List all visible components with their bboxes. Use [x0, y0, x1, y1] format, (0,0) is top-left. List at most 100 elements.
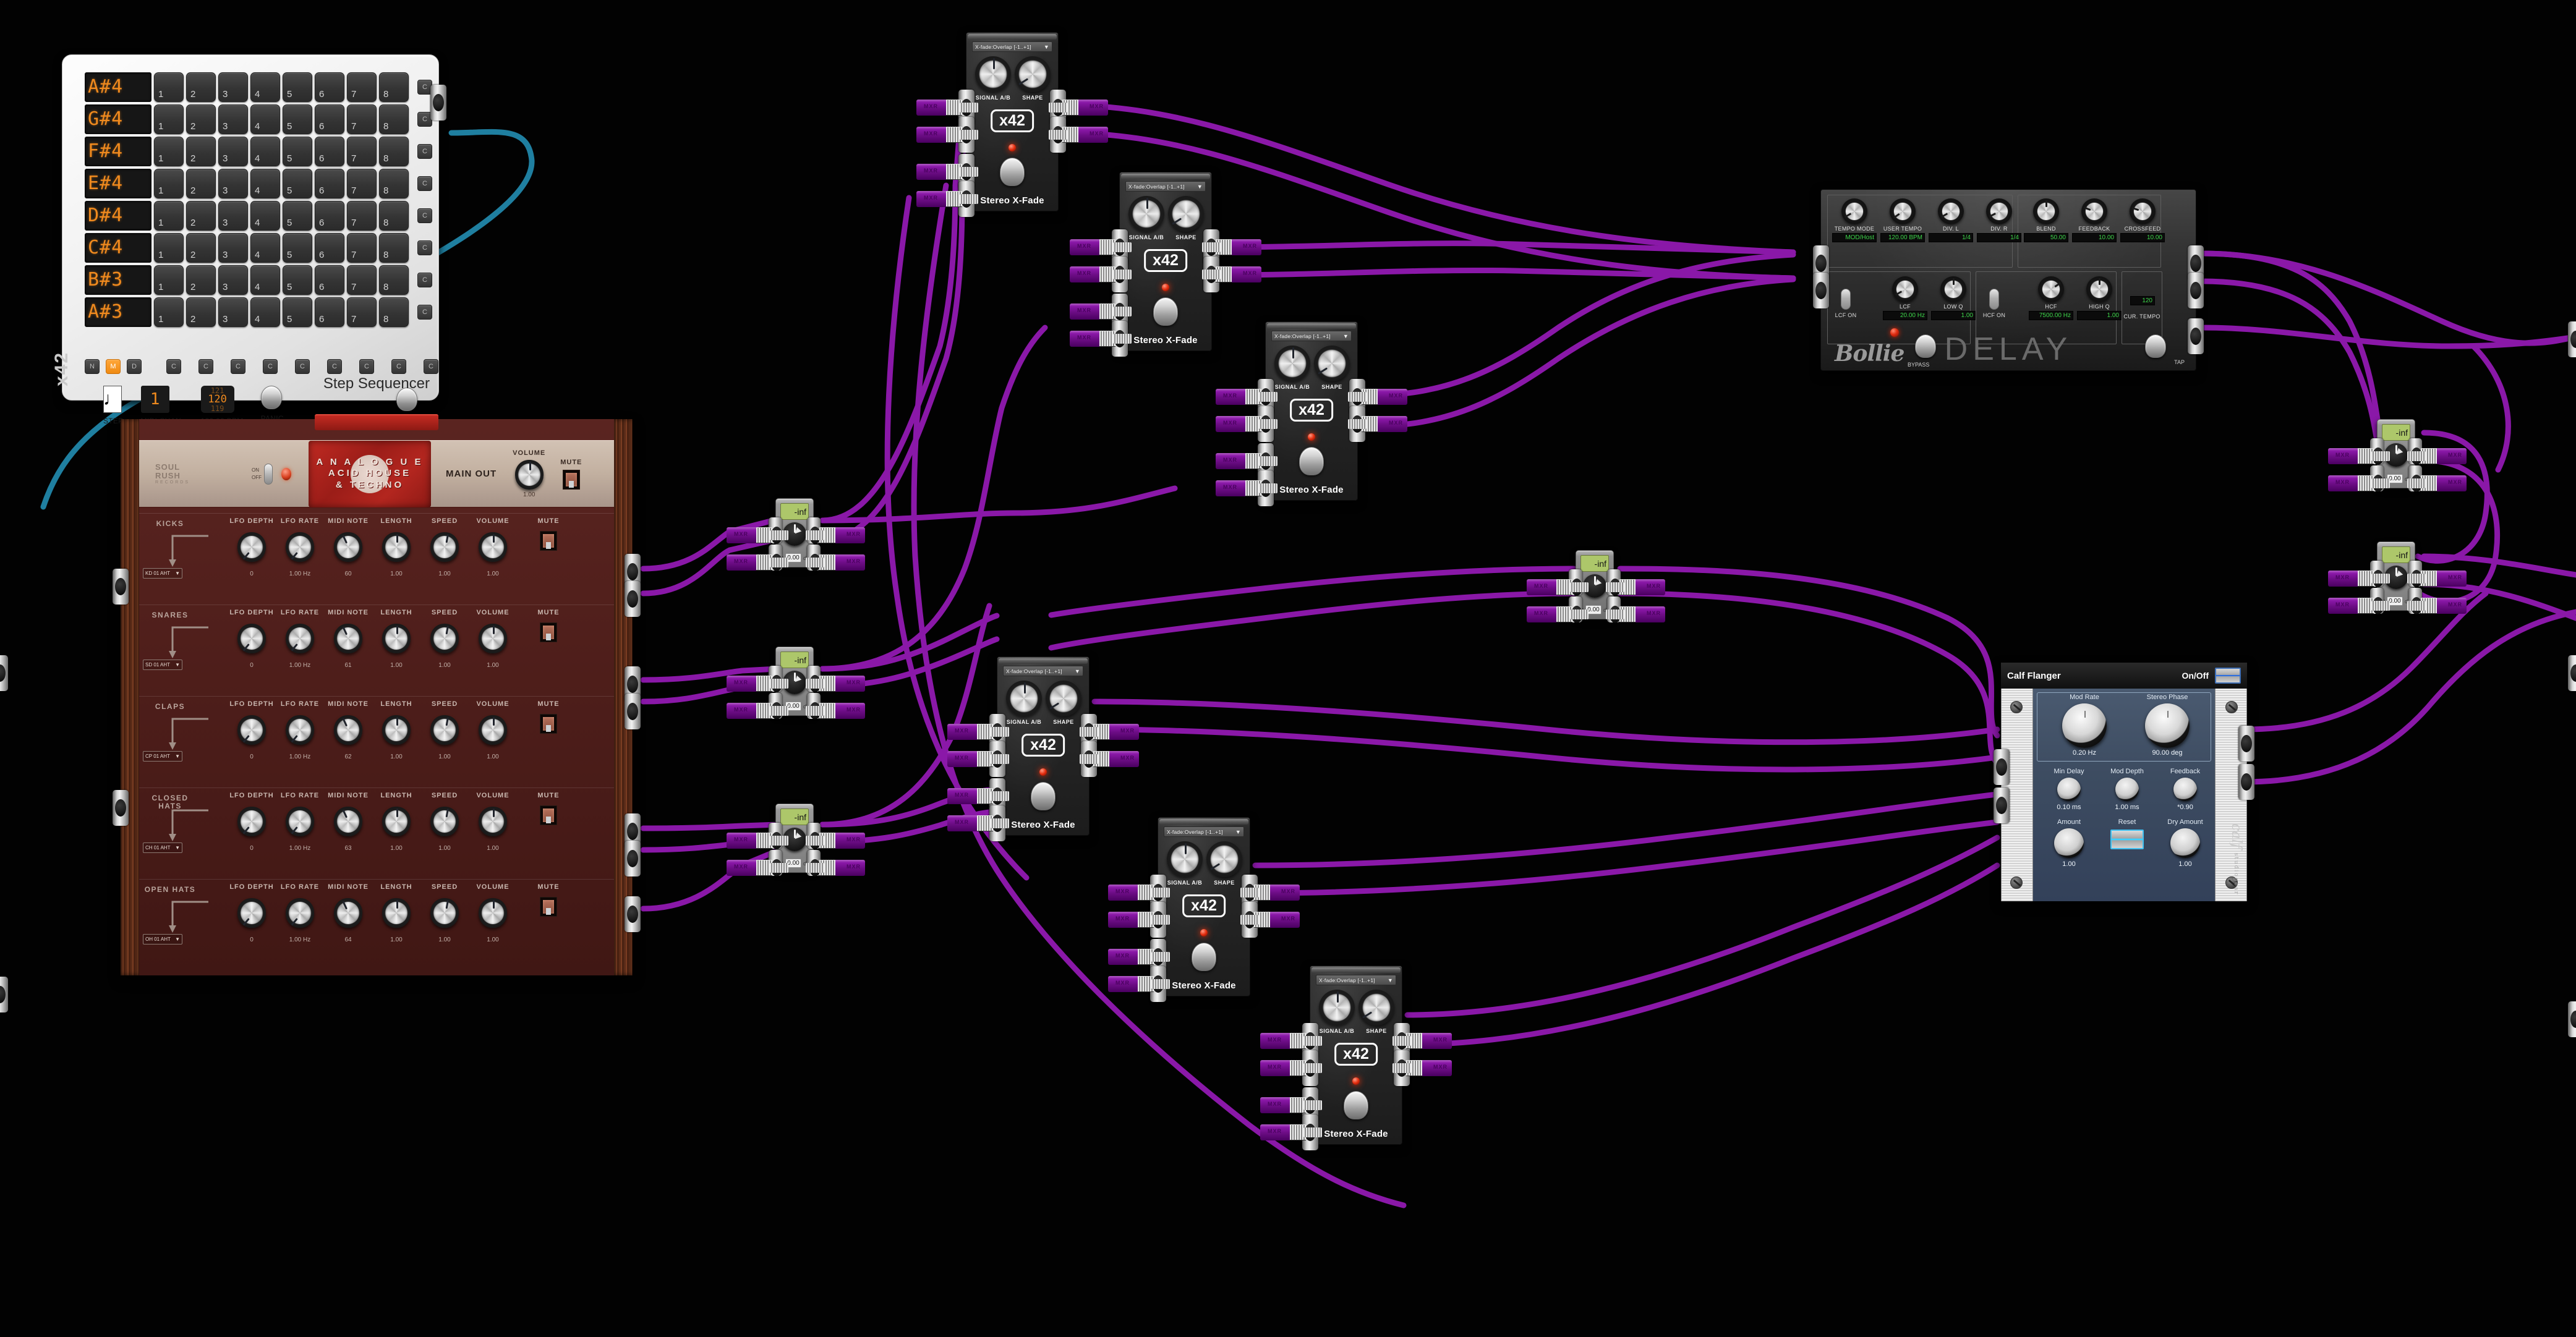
cable-plug[interactable]: MXR	[1080, 751, 1139, 767]
cable-plug[interactable]: MXR	[2328, 448, 2390, 464]
knob-mix2[interactable]	[2130, 198, 2156, 224]
step-button[interactable]: 6	[315, 201, 344, 231]
knob-speed[interactable]	[430, 532, 459, 562]
step-button[interactable]: 2	[186, 104, 216, 134]
voice-preset-select[interactable]: CH 01 AHT ▼	[143, 843, 182, 853]
step-button[interactable]: 7	[347, 137, 377, 166]
knob-lfo-depth[interactable]	[237, 715, 266, 745]
drum-input-jack-midi[interactable]	[113, 569, 129, 605]
calf-reset-button[interactable]	[2110, 830, 2144, 849]
cable-plug[interactable]: MXR	[727, 860, 788, 876]
gain-in-jack-l[interactable]: MXR	[727, 517, 788, 544]
step-button[interactable]: 7	[347, 72, 377, 102]
xfade-mode-select[interactable]: X-fade:Overlap [-1..+1] ▼	[1003, 666, 1083, 676]
row-c-button[interactable]: C	[417, 208, 432, 223]
step-button[interactable]: 3	[218, 233, 248, 263]
cable-plug[interactable]: MXR	[1260, 1033, 1322, 1049]
edge-jack-right-2[interactable]	[2568, 655, 2576, 691]
voice-mute-button[interactable]	[540, 531, 557, 551]
calf-knob-mid[interactable]	[2173, 778, 2197, 801]
knob-midi-note[interactable]	[334, 532, 362, 562]
cable-plug[interactable]: MXR	[1108, 976, 1170, 992]
xfade-out-jack-r[interactable]: MXR	[1202, 257, 1261, 292]
step-button[interactable]: 8	[379, 233, 409, 263]
step-button[interactable]: 3	[218, 169, 248, 198]
note-display[interactable]: F#4	[85, 137, 151, 166]
cable-plug[interactable]: MXR	[1527, 579, 1589, 595]
cable-plug[interactable]: MXR	[2407, 598, 2467, 614]
step-button[interactable]: 3	[218, 265, 248, 295]
xfade-in-jack-b[interactable]: MXR	[1108, 902, 1170, 938]
step-button[interactable]: 8	[379, 201, 409, 231]
step-button[interactable]: 3	[218, 201, 248, 231]
cable-plug[interactable]: MXR	[916, 127, 978, 143]
cable-plug[interactable]: MXR	[1392, 1060, 1452, 1076]
column-c-button[interactable]: C	[166, 359, 181, 374]
gain-in-jack-r[interactable]: MXR	[727, 545, 788, 571]
cable-plug[interactable]: MXR	[806, 554, 865, 571]
knob-shape[interactable]	[1046, 681, 1081, 716]
step-button[interactable]: 1	[154, 265, 184, 295]
knob-speed[interactable]	[430, 807, 459, 836]
gain-out-jack-r[interactable]: MXR	[2407, 465, 2467, 492]
knob-length[interactable]	[382, 532, 411, 562]
knob-midi-note[interactable]	[334, 807, 362, 836]
step-button[interactable]: 4	[250, 169, 280, 198]
hcf-on-toggle[interactable]	[1989, 289, 1999, 310]
knob-shape[interactable]	[1015, 56, 1051, 92]
knob-length[interactable]	[382, 624, 411, 653]
knob-shape[interactable]	[1206, 841, 1242, 877]
calf-out-jack-l[interactable]	[2238, 726, 2254, 762]
xfade-footswitch[interactable]	[1299, 447, 1324, 475]
knob-lfo-rate[interactable]	[286, 532, 314, 562]
step-button[interactable]: 5	[283, 201, 312, 231]
cable-plug[interactable]: MXR	[1260, 1124, 1322, 1140]
cable-plug[interactable]: MXR	[1260, 1097, 1322, 1113]
midi-channel-display[interactable]: 1	[140, 386, 169, 413]
step-button[interactable]: 3	[218, 137, 248, 166]
step-button[interactable]: 5	[283, 72, 312, 102]
step-button[interactable]: 8	[379, 265, 409, 295]
step-button[interactable]: 5	[283, 297, 312, 327]
step-button[interactable]: 5	[283, 104, 312, 134]
cable-plug[interactable]: MXR	[2328, 475, 2390, 491]
knob-speed[interactable]	[430, 898, 459, 928]
column-c-button[interactable]: C	[359, 359, 374, 374]
gain-pedal[interactable]: -inf0.00dBMXRMXRMXRMXR	[727, 804, 865, 876]
gain-pedal[interactable]: -inf0.00dBMXRMXRMXRMXR	[2328, 419, 2467, 492]
cable-plug[interactable]: MXR	[806, 527, 865, 543]
knob-speed[interactable]	[430, 624, 459, 653]
cable-plug[interactable]: MXR	[1240, 885, 1300, 901]
step-button[interactable]: 4	[250, 265, 280, 295]
knob-midi-note[interactable]	[334, 624, 362, 653]
xfade-in-jack-d[interactable]: MXR	[947, 805, 1009, 841]
column-c-button[interactable]: C	[391, 359, 406, 374]
xfade-out-jack-r[interactable]: MXR	[1080, 741, 1139, 777]
gain-out-jack-l[interactable]: MXR	[2407, 438, 2467, 465]
cable-plug[interactable]: MXR	[947, 815, 1009, 831]
step-button[interactable]: 2	[186, 265, 216, 295]
xfade-mode-select[interactable]: X-fade:Overlap [-1..+1] ▼	[972, 41, 1052, 52]
step-button[interactable]: 2	[186, 72, 216, 102]
cable-plug[interactable]: MXR	[1108, 912, 1170, 928]
step-button[interactable]: 4	[250, 137, 280, 166]
lcf-on-toggle[interactable]	[1841, 289, 1851, 310]
step-button[interactable]: 4	[250, 72, 280, 102]
knob-mix1[interactable]	[2081, 198, 2107, 224]
cable-plug[interactable]: MXR	[1070, 266, 1132, 282]
gain-out-jack-r[interactable]: MXR	[806, 850, 865, 876]
xfade-footswitch[interactable]	[1344, 1091, 1368, 1119]
xfade-in-jack-b[interactable]: MXR	[1260, 1050, 1322, 1086]
step-button[interactable]: 4	[250, 297, 280, 327]
xfade-in-jack-b[interactable]: MXR	[947, 741, 1009, 777]
xfade-in-jack-d[interactable]: MXR	[916, 181, 978, 217]
cable-plug[interactable]: MXR	[2328, 571, 2390, 587]
note-display[interactable]: C#4	[85, 233, 151, 263]
cable-plug[interactable]: MXR	[2328, 598, 2390, 614]
power-toggle-switch[interactable]	[264, 463, 273, 485]
xfade-footswitch[interactable]	[1031, 782, 1056, 810]
xfade-out-jack-r[interactable]: MXR	[1348, 406, 1407, 442]
knob-volume[interactable]	[479, 532, 507, 562]
drum-out-jack-6[interactable]	[625, 841, 641, 876]
delay-out-jack-r[interactable]	[2188, 273, 2204, 308]
